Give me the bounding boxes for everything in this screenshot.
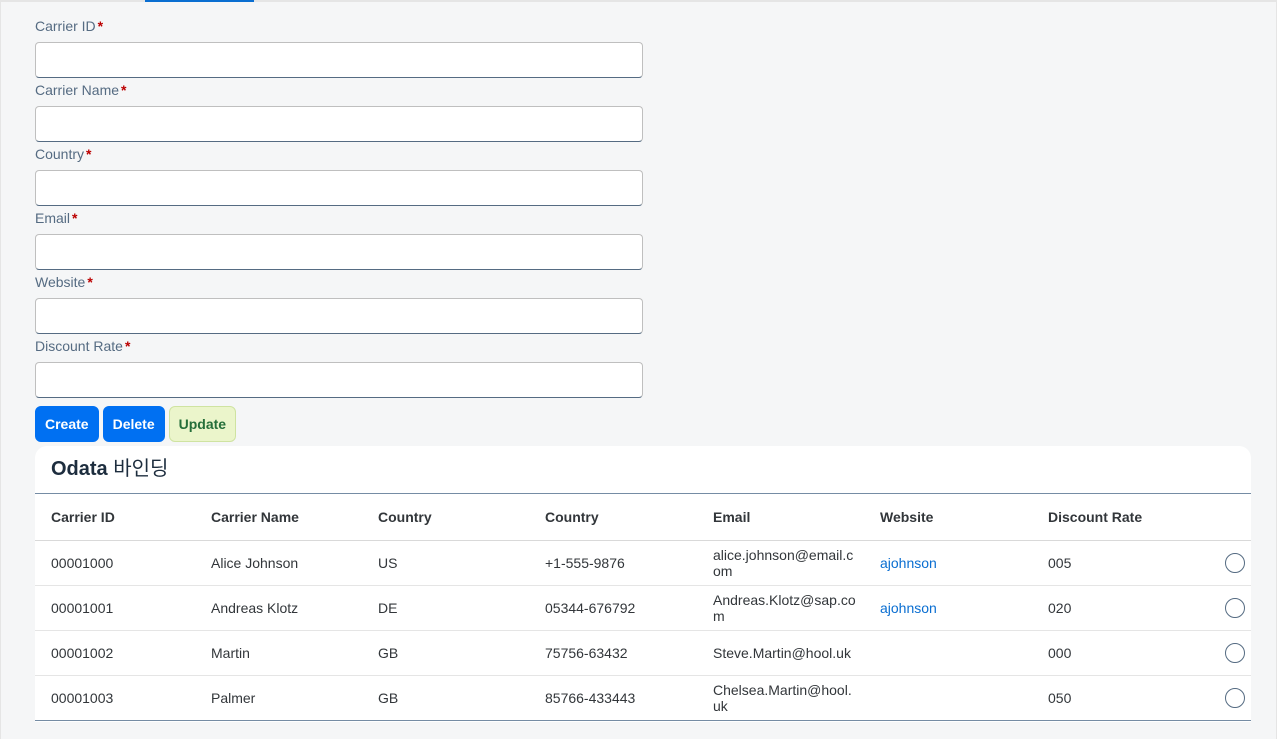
country-input[interactable] (35, 170, 643, 206)
required-mark: * (86, 146, 92, 162)
carrier-name-label: Carrier Name * (35, 82, 127, 98)
cell-phone: 75756-63432 (545, 645, 628, 661)
cell-carrier-name: Andreas Klotz (211, 600, 299, 616)
cell-phone: 05344-676792 (545, 600, 636, 616)
cell-carrier-name: Alice Johnson (211, 555, 299, 571)
update-button[interactable]: Update (168, 406, 237, 442)
email-label: Email * (35, 210, 78, 226)
column-header: Country (378, 509, 432, 525)
required-mark: * (72, 210, 78, 226)
carrier-id-label: Carrier ID * (35, 18, 104, 34)
cell-phone: +1-555-9876 (545, 555, 625, 571)
row-select-radio[interactable] (1224, 643, 1245, 663)
cell-email: Steve.Martin@hool.uk (713, 645, 851, 661)
website-link[interactable]: ajohnson (880, 555, 937, 571)
app-page: Carrier ID * Carrier Name * Country * Email… (0, 0, 1277, 739)
discount-rate-input[interactable] (35, 362, 643, 398)
required-mark: * (87, 274, 93, 290)
cell-country: DE (378, 600, 398, 616)
carrier-table: Odata 바인딩 Carrier ID Carrier Name Countr… (35, 446, 1251, 722)
table-header: Carrier ID Carrier Name Country Country … (35, 494, 1251, 541)
row-select-radio[interactable] (1224, 598, 1245, 618)
website-input[interactable] (35, 298, 643, 334)
column-header: Country (545, 509, 599, 525)
cell-discount-rate: 000 (1048, 645, 1072, 661)
cell-country: US (378, 555, 398, 571)
delete-button[interactable]: Delete (102, 406, 165, 442)
table-row[interactable]: 00001001 Andreas Klotz DE 05344-676792 A… (35, 586, 1251, 631)
active-tab-indicator (145, 0, 254, 2)
website-link[interactable]: ajohnson (880, 600, 937, 616)
cell-carrier-id: 00001003 (51, 690, 114, 706)
cell-website: ajohnson (864, 600, 1032, 616)
cell-country: GB (378, 690, 399, 706)
country-label: Country * (35, 146, 92, 162)
website-label: Website * (35, 274, 93, 290)
create-button[interactable]: Create (35, 406, 99, 442)
carrier-id-input[interactable] (35, 42, 643, 78)
cell-select (1202, 643, 1251, 663)
table-row[interactable]: 00001002 Martin GB 75756-63432 Steve.Mar… (35, 631, 1251, 676)
cell-carrier-id: 00001002 (51, 645, 114, 661)
table-row[interactable]: 00001000 Alice Johnson US +1-555-9876 al… (35, 541, 1251, 586)
required-mark: * (97, 18, 104, 34)
column-header: Carrier ID (51, 509, 115, 525)
cell-discount-rate: 050 (1048, 690, 1072, 706)
cell-select (1202, 688, 1251, 708)
row-select-radio[interactable] (1224, 688, 1245, 708)
column-header: Email (713, 509, 751, 525)
cell-carrier-id: 00001001 (51, 600, 114, 616)
column-header: Website (880, 509, 934, 525)
carrier-name-input[interactable] (35, 106, 643, 142)
discount-rate-label: Discount Rate * (35, 338, 131, 354)
cell-phone: 85766-433443 (545, 690, 636, 706)
cell-discount-rate: 020 (1048, 600, 1072, 616)
column-header: Carrier Name (211, 509, 299, 525)
cell-carrier-name: Palmer (211, 690, 256, 706)
cell-website: ajohnson (864, 555, 1032, 571)
cell-country: GB (378, 645, 399, 661)
cell-select (1202, 598, 1251, 618)
required-mark: * (121, 82, 127, 98)
cell-carrier-name: Martin (211, 645, 250, 661)
cell-email: alice.johnson@email.com (713, 547, 854, 579)
required-mark: * (124, 338, 131, 354)
table-row[interactable]: 00001003 Palmer GB 85766-433443 Chelsea.… (35, 676, 1251, 721)
carrier-form: Carrier ID * Carrier Name * Country * Email… (35, 18, 643, 402)
cell-discount-rate: 005 (1048, 555, 1072, 571)
column-header: Discount Rate (1048, 509, 1143, 525)
cell-email: Chelsea.Martin@hool.uk (713, 682, 852, 714)
email-input[interactable] (35, 234, 643, 270)
cell-email: Andreas.Klotz@sap.com (713, 592, 856, 624)
table-title: Odata 바인딩 (35, 446, 1251, 494)
cell-select (1202, 553, 1251, 573)
action-buttons: Create Delete Update (35, 406, 237, 442)
cell-carrier-id: 00001000 (51, 555, 114, 571)
row-select-radio[interactable] (1224, 553, 1245, 573)
